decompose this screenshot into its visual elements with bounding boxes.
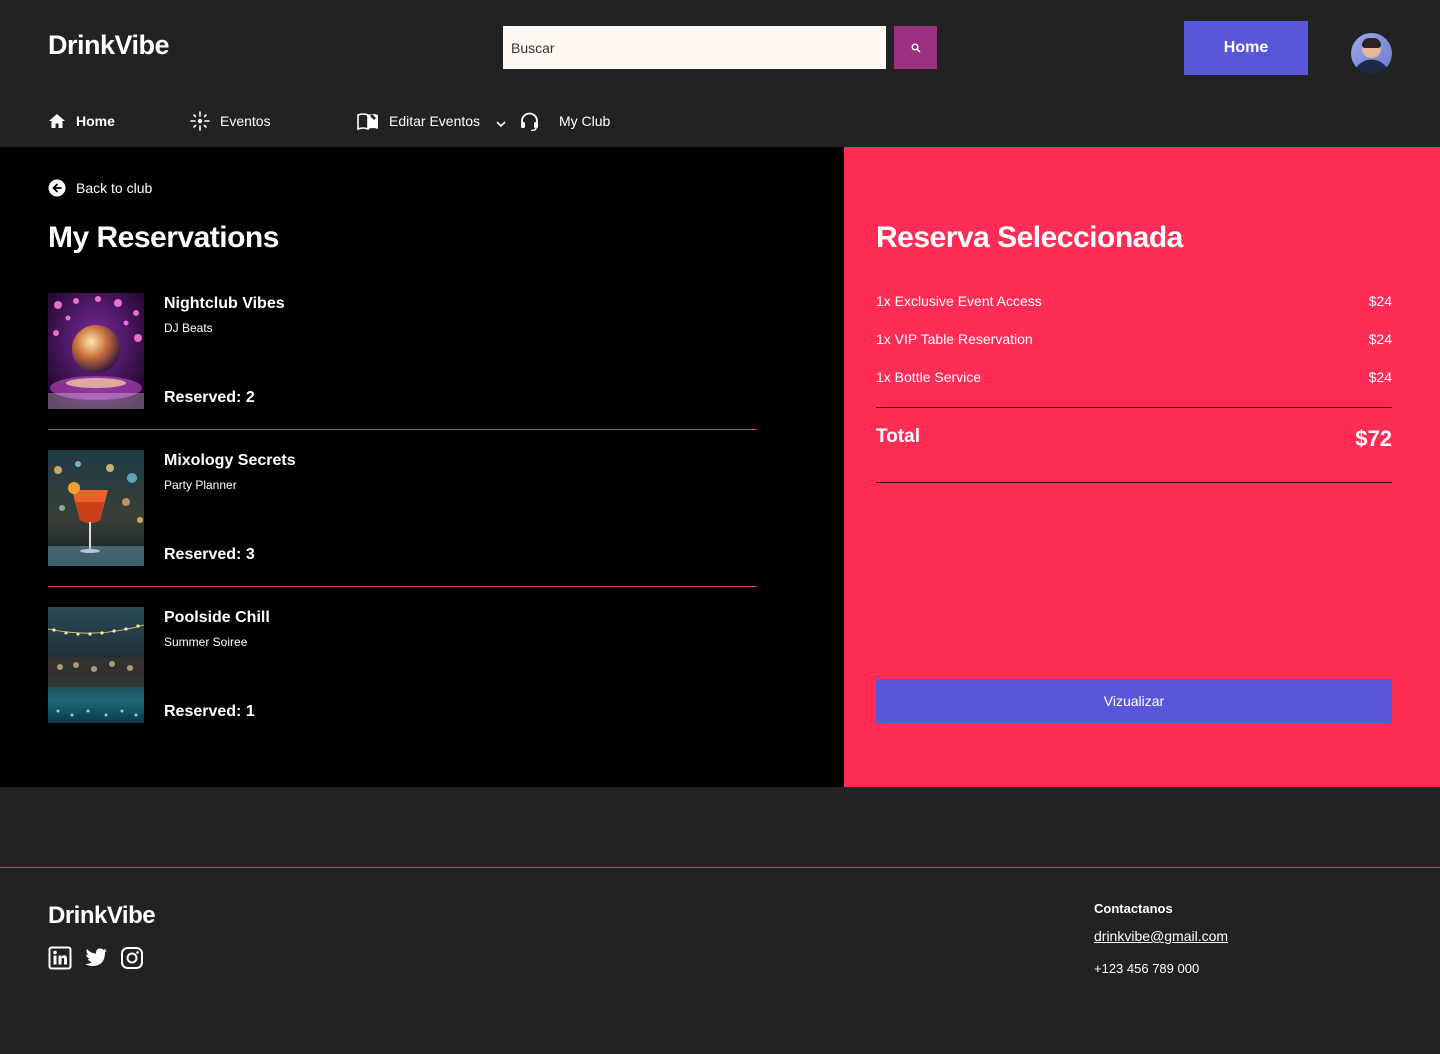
top-header: DrinkVibe Home	[0, 0, 1440, 94]
list-item[interactable]: Nightclub Vibes DJ Beats Reserved: 2	[48, 293, 757, 430]
nav-item-label: Eventos	[220, 113, 271, 129]
order-line-name: 1x Bottle Service	[876, 369, 982, 385]
reservation-subtitle: Summer Soiree	[164, 635, 248, 649]
reservation-count: Reserved: 2	[164, 389, 255, 406]
list-item[interactable]: Poolside Chill Summer Soiree Reserved: 1	[48, 607, 757, 744]
back-to-club-link[interactable]: Back to club	[48, 179, 152, 197]
arrow-left-circle-icon	[48, 179, 66, 197]
order-line-name: 1x Exclusive Event Access	[876, 293, 1042, 309]
search-icon	[911, 43, 921, 53]
cocktail-image	[48, 450, 144, 566]
contact-email-link[interactable]: drinkvibe@gmail.com	[1094, 928, 1228, 944]
nav-item-label: My Club	[559, 113, 611, 129]
divider	[876, 407, 1392, 408]
reservation-title: Nightclub Vibes	[164, 295, 285, 312]
contact-title: Contactanos	[1094, 901, 1173, 916]
order-line-price: $24	[1368, 331, 1392, 347]
reservation-count: Reserved: 1	[164, 703, 255, 720]
selected-reservation-panel: Reserva Seleccionada 1x Exclusive Event …	[844, 147, 1440, 787]
reservation-subtitle: DJ Beats	[164, 321, 213, 335]
nav-item-label: Home	[76, 113, 115, 129]
instagram-icon[interactable]	[120, 946, 144, 970]
back-link-label: Back to club	[76, 180, 153, 196]
order-line-name: 1x VIP Table Reservation	[876, 331, 1033, 347]
panel-title: Reserva Seleccionada	[876, 221, 1183, 254]
app-logo[interactable]: DrinkVibe	[48, 30, 170, 61]
contact-phone: +123 456 789 000	[1094, 961, 1200, 976]
search-button[interactable]	[894, 26, 937, 69]
poolside-image	[48, 607, 144, 723]
main-nav: Home Eventos Editar Eventos My Club	[0, 95, 1440, 147]
linkedin-icon[interactable]	[48, 946, 72, 970]
footer: DrinkVibe Contactanos drinkvibe@gmail.co…	[0, 867, 1440, 1054]
nav-item-eventos[interactable]: Eventos	[190, 95, 271, 147]
avatar[interactable]	[1351, 33, 1392, 74]
twitter-icon[interactable]	[84, 946, 108, 970]
nav-item-editar-eventos[interactable]: Editar Eventos	[357, 95, 506, 147]
view-button[interactable]: Vizualizar	[876, 679, 1392, 723]
order-line-price: $24	[1368, 293, 1392, 309]
order-line: 1x Bottle Service $24	[876, 369, 1392, 385]
list-item[interactable]: Mixology Secrets Party Planner Reserved:…	[48, 450, 757, 587]
chevron-down-icon	[496, 120, 506, 127]
order-line: 1x Exclusive Event Access $24	[876, 293, 1392, 309]
book-icon	[357, 113, 378, 130]
total-value: $72	[1355, 426, 1392, 451]
nav-item-my-club[interactable]: My Club	[519, 95, 610, 147]
sparkle-icon	[190, 111, 210, 131]
search-input[interactable]	[503, 26, 886, 69]
reservations-section: Back to club My Reservations Nightclub V…	[0, 147, 844, 787]
total-label: Total	[876, 426, 920, 447]
nav-item-home[interactable]: Home	[48, 95, 115, 147]
reservation-title: Mixology Secrets	[164, 452, 296, 469]
home-icon	[49, 114, 65, 128]
divider	[876, 482, 1392, 483]
home-button[interactable]: Home	[1184, 21, 1308, 75]
order-line: 1x VIP Table Reservation $24	[876, 331, 1392, 347]
page-title: My Reservations	[48, 221, 279, 254]
footer-logo: DrinkVibe	[48, 902, 156, 929]
reservation-subtitle: Party Planner	[164, 478, 237, 492]
headset-icon	[521, 112, 538, 131]
order-line-price: $24	[1368, 369, 1392, 385]
nightclub-image	[48, 293, 144, 409]
reservation-count: Reserved: 3	[164, 546, 255, 563]
reservation-title: Poolside Chill	[164, 609, 270, 626]
nav-item-label: Editar Eventos	[389, 113, 481, 129]
